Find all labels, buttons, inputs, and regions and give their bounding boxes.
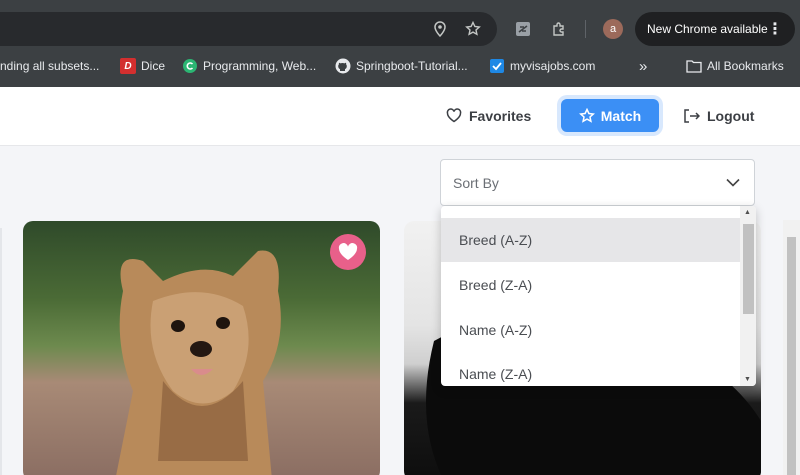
logout-button[interactable]: Logout [683, 99, 754, 132]
github-icon [335, 58, 351, 74]
match-label: Match [600, 107, 642, 124]
bookmark-star-icon[interactable] [457, 12, 489, 46]
location-icon[interactable] [424, 12, 456, 46]
address-bar[interactable] [0, 12, 497, 46]
bookmark-item[interactable]: Springboot-Tutorial... [335, 52, 468, 80]
favorites-button[interactable]: Favorites [446, 99, 531, 132]
toolbar-divider [585, 20, 586, 38]
page-scrollbar[interactable] [783, 220, 800, 475]
chevron-double-right-icon: » [639, 57, 648, 75]
puzzle-icon[interactable] [548, 12, 570, 46]
scroll-down-icon[interactable]: ▼ [744, 376, 751, 383]
all-bookmarks-button[interactable]: All Bookmarks [686, 52, 784, 80]
dog-photo [116, 250, 281, 475]
bookmark-label: Springboot-Tutorial... [356, 59, 468, 73]
heart-outline-icon [446, 108, 462, 123]
profile-initial: a [609, 23, 617, 35]
bookmarks-bar: nding all subsets... D Dice Programming,… [0, 52, 800, 87]
more-menu-icon[interactable]: ⋮ [767, 12, 783, 46]
favorite-toggle[interactable] [330, 234, 366, 270]
browser-toolbar: a New Chrome available ⋮ [0, 0, 800, 52]
sort-placeholder: Sort By [453, 174, 499, 191]
logout-label: Logout [707, 107, 755, 124]
bookmark-label: nding all subsets... [0, 59, 100, 73]
card-edge [0, 228, 2, 475]
bookmark-label: Dice [141, 59, 166, 73]
bookmark-label: myvisajobs.com [510, 59, 596, 73]
star-outline-icon [578, 107, 595, 123]
sort-option[interactable]: Name (Z-A) [441, 352, 740, 386]
favorites-label: Favorites [469, 107, 532, 124]
update-chrome-button[interactable]: New Chrome available ⋮ [635, 12, 795, 46]
dropdown-scroll-thumb[interactable] [743, 224, 754, 314]
profile-avatar[interactable]: a [603, 19, 623, 39]
dog-card[interactable] [23, 221, 380, 475]
all-bookmarks-label: All Bookmarks [707, 59, 784, 73]
dice-icon: D [120, 58, 136, 74]
chevron-down-icon [726, 160, 740, 205]
extension-icon[interactable] [512, 12, 534, 46]
logout-icon [684, 108, 700, 123]
update-label: New Chrome available [647, 22, 768, 36]
sort-option[interactable]: Name (A-Z) [441, 308, 740, 352]
site-icon [182, 58, 198, 74]
app-header: Favorites Match Logout [0, 87, 800, 146]
bookmark-label: Programming, Web... [203, 59, 317, 73]
page-scroll-thumb[interactable] [787, 237, 796, 475]
dropdown-scrollbar[interactable]: ▲ ▼ [740, 206, 756, 386]
sort-by-select[interactable]: Sort By [440, 159, 755, 206]
sort-option[interactable]: Breed (A-Z) [441, 218, 740, 262]
sort-option[interactable]: Breed (Z-A) [441, 263, 740, 307]
check-icon [489, 58, 505, 74]
bookmark-item[interactable]: Programming, Web... [182, 52, 316, 80]
bookmark-item[interactable]: nding all subsets... [0, 52, 99, 80]
folder-icon [686, 58, 702, 74]
bookmark-item[interactable]: myvisajobs.com [489, 52, 595, 80]
bookmarks-overflow-button[interactable]: » [639, 52, 647, 80]
scroll-up-icon[interactable]: ▲ [744, 209, 751, 216]
heart-filled-icon [338, 243, 358, 260]
match-button[interactable]: Match [561, 99, 659, 132]
bookmark-item[interactable]: D Dice [120, 52, 165, 80]
sort-options-menu: Breed (A-Z) Breed (Z-A) Name (A-Z) Name … [441, 206, 756, 386]
